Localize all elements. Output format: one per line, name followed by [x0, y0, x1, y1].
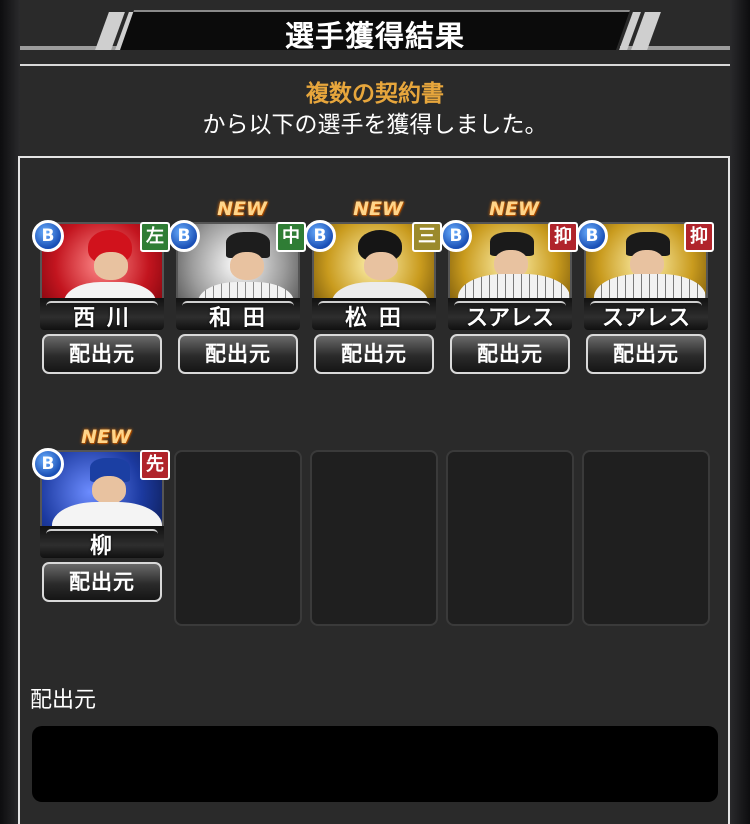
source-button[interactable]: 配出元 — [178, 334, 298, 374]
player-name: スアレス — [601, 306, 690, 331]
source-button[interactable]: 配出元 — [450, 334, 570, 374]
source-button[interactable]: 配出元 — [42, 334, 162, 374]
card-grid: 西 川 B 左 配出元 和 田 NEW B 中 配出元 松 田 NEW B 三 … — [18, 156, 730, 824]
contract-source-text: 複数の契約書 — [306, 81, 444, 107]
new-badge: NEW — [489, 198, 539, 220]
player-card[interactable]: 柳 NEW B 先 配出元 — [32, 426, 170, 606]
player-card[interactable]: 西 川 B 左 配出元 — [32, 202, 170, 378]
source-button[interactable]: 配出元 — [314, 334, 434, 374]
player-name: スアレス — [465, 306, 554, 331]
source-section-label: 配出元 — [30, 688, 97, 713]
rank-badge: B — [168, 220, 200, 252]
rank-badge: B — [304, 220, 336, 252]
player-name: 松 田 — [345, 306, 403, 331]
empty-card-slot — [310, 450, 438, 626]
rank-badge: B — [32, 448, 64, 480]
player-name: 西 川 — [73, 306, 131, 331]
rank-badge: B — [32, 220, 64, 252]
rank-badge: B — [440, 220, 472, 252]
source-button[interactable]: 配出元 — [586, 334, 706, 374]
new-badge: NEW — [81, 426, 131, 448]
source-detail-box — [32, 726, 718, 802]
position-badge: 先 — [140, 450, 170, 480]
new-badge: NEW — [217, 198, 267, 220]
player-name: 和 田 — [209, 306, 267, 331]
new-badge: NEW — [353, 198, 403, 220]
source-button[interactable]: 配出元 — [42, 562, 162, 602]
empty-card-slot — [174, 450, 302, 626]
rank-badge: B — [576, 220, 608, 252]
player-name: 柳 — [89, 534, 114, 559]
empty-card-slot — [446, 450, 574, 626]
position-badge: 抑 — [684, 222, 714, 252]
player-card[interactable]: スアレス B 抑 配出元 — [576, 202, 714, 378]
page-title: 選手獲得結果 — [284, 19, 465, 53]
background-edge-left — [0, 0, 20, 824]
result-message: から以下の選手を獲得しました。 — [202, 112, 548, 138]
header: 選手獲得結果 — [20, 8, 730, 54]
result-panel: 選手獲得結果 複数の契約書 から以下の選手を獲得しました。 西 川 B 左 配出… — [18, 0, 730, 824]
player-card[interactable]: 和 田 NEW B 中 配出元 — [168, 198, 306, 378]
divider — [20, 64, 730, 66]
player-card[interactable]: スアレス NEW B 抑 配出元 — [440, 198, 578, 378]
position-badge: 中 — [276, 222, 306, 252]
player-card[interactable]: 松 田 NEW B 三 配出元 — [304, 198, 442, 378]
background-edge-right — [730, 0, 750, 824]
position-badge: 抑 — [548, 222, 578, 252]
empty-card-slot — [582, 450, 710, 626]
position-badge: 左 — [140, 222, 170, 252]
position-badge: 三 — [412, 222, 442, 252]
